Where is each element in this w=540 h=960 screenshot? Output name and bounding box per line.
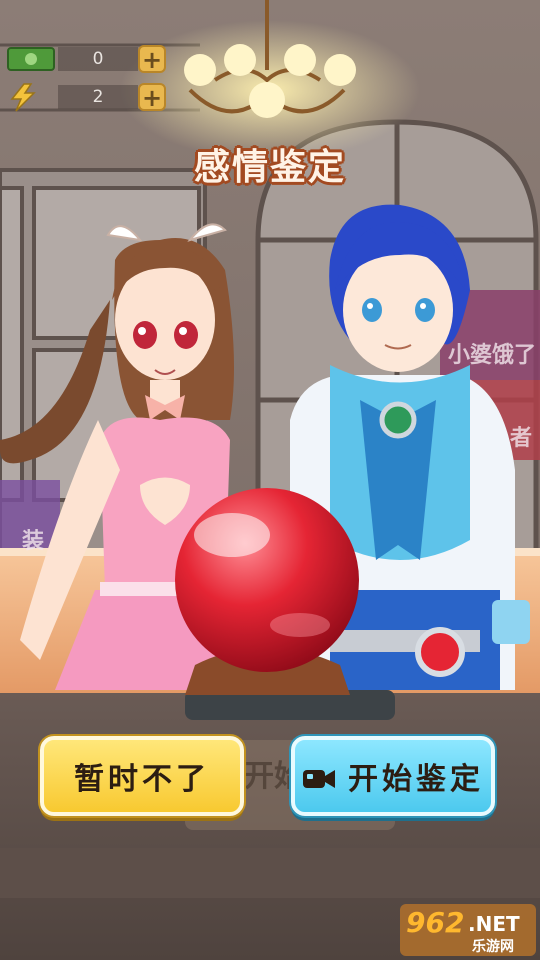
start-appraisal-button[interactable]: 开始鉴定 — [291, 736, 495, 816]
energy-counter: 2 + — [6, 82, 166, 112]
add-cash-button[interactable]: + — [138, 45, 166, 73]
page-title: 感情鉴定 — [193, 147, 346, 188]
bg-sign-right-1: 小婆饿了 — [448, 342, 536, 368]
cash-icon — [6, 44, 58, 74]
energy-value: 2 — [58, 85, 138, 109]
watermark-suffix: .NET — [468, 912, 520, 936]
bg-sign-right-2: 者 — [509, 426, 532, 451]
video-camera-icon — [302, 764, 336, 788]
decline-button[interactable]: 暂时不了 — [40, 736, 244, 816]
decline-button-label: 暂时不了 — [74, 762, 210, 797]
start-button-label: 开始鉴定 — [348, 762, 484, 797]
watermark-number: 962 — [406, 906, 465, 939]
crystal-ball — [175, 488, 359, 695]
lightning-icon — [6, 82, 58, 112]
watermark-subtitle: 乐游网 — [472, 939, 514, 955]
bg-sign-left-1: 装 — [22, 529, 44, 554]
site-watermark: 962 .NET 乐游网 — [400, 904, 536, 956]
add-energy-button[interactable]: + — [138, 83, 166, 111]
cash-value: 0 — [58, 47, 138, 71]
cash-counter: 0 + — [6, 44, 166, 74]
